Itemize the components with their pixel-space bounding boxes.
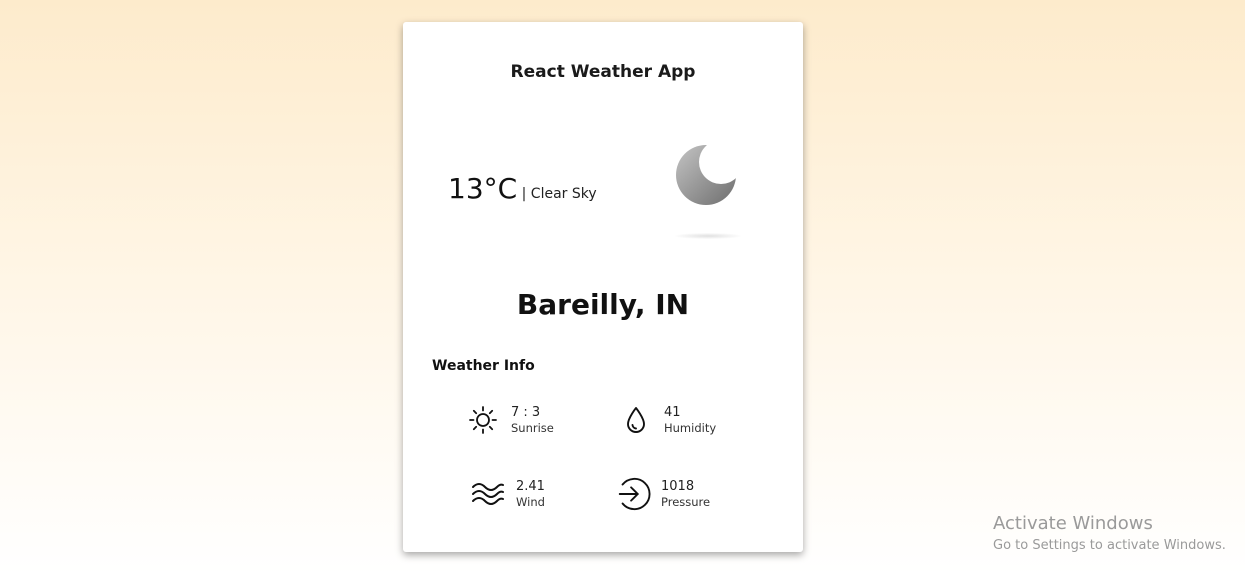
weather-description: | Clear Sky [517, 186, 597, 202]
humidity-value: 41 [664, 405, 681, 420]
weather-info-heading: Weather Info [432, 358, 535, 374]
info-item-humidity: 41 Humidity [618, 402, 716, 438]
city-name: Bareilly, IN [516, 288, 690, 321]
watermark-subtitle: Go to Settings to activate Windows. [993, 538, 1226, 553]
info-item-sunrise: 7 : 3 Sunrise [465, 402, 554, 438]
info-item-wind: 2.41 Wind [470, 476, 545, 512]
sun-icon [465, 402, 501, 438]
info-item-pressure: 1018 Pressure [615, 476, 710, 512]
pressure-icon [615, 476, 651, 512]
watermark-title: Activate Windows [993, 513, 1153, 534]
moon-shadow [675, 233, 741, 239]
temperature-value: 13°C [448, 172, 518, 205]
app-title: React Weather App [510, 62, 696, 82]
current-weather: 13°C | Clear Sky [448, 172, 597, 205]
wind-icon [470, 476, 506, 512]
droplet-icon [618, 402, 654, 438]
humidity-label: Humidity [664, 421, 717, 435]
wind-value: 2.41 [516, 479, 545, 494]
moon-icon [673, 140, 743, 240]
sunrise-label: Sunrise [511, 421, 554, 435]
sunrise-value: 7 : 3 [511, 405, 541, 420]
wind-label: Wind [516, 495, 545, 509]
weather-card: React Weather App 13°C | Clear Sky Barei… [403, 22, 803, 552]
activate-windows-watermark: Activate Windows Go to Settings to activ… [993, 513, 1226, 556]
pressure-label: Pressure [661, 495, 711, 509]
pressure-value: 1018 [661, 479, 695, 494]
